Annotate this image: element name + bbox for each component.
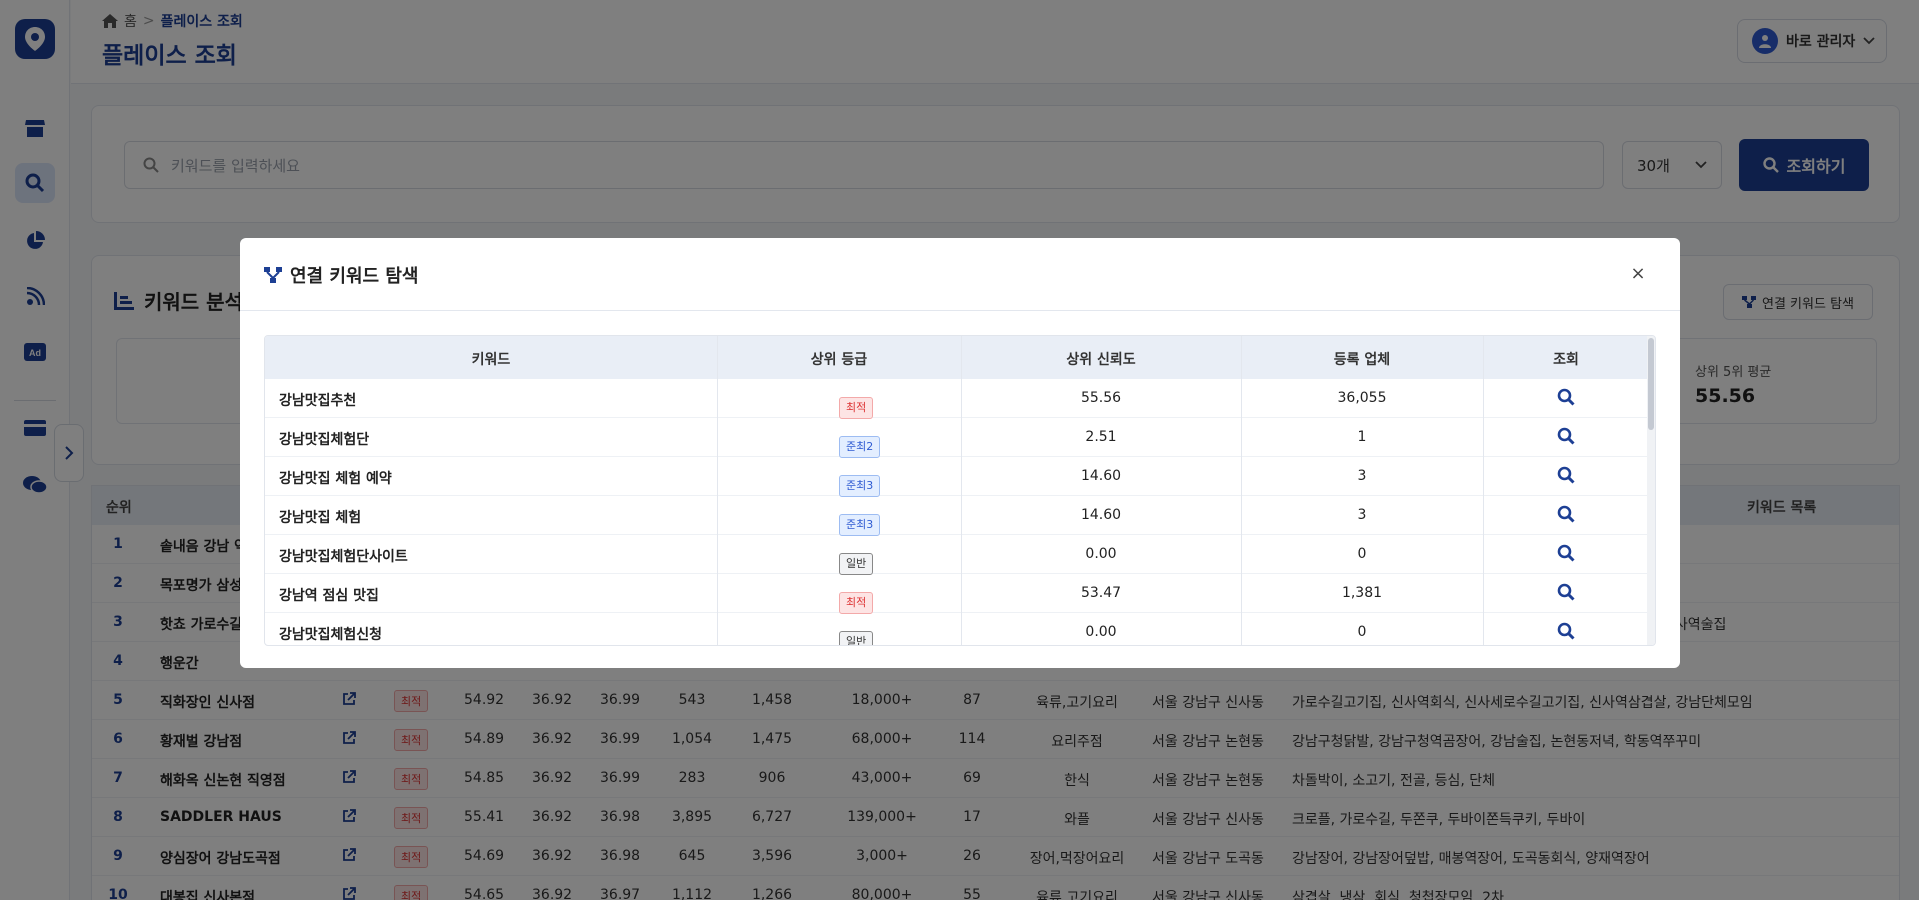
keyword-cell: 강남맛집체험신청: [279, 627, 383, 643]
count-cell: 3: [1357, 507, 1367, 523]
trust-cell: 2.51: [1085, 429, 1117, 445]
grade-badge: 최적: [839, 397, 874, 419]
header-keyword: 키워드: [471, 352, 511, 368]
modal-title-text: 연결 키워드 탐색: [290, 266, 419, 287]
scrollbar-thumb[interactable]: [1648, 338, 1654, 430]
modal-scrollbar[interactable]: [1647, 336, 1655, 645]
count-cell: 1,381: [1341, 585, 1383, 601]
keyword-cell: 강남역 점심 맛집: [279, 588, 379, 604]
column-divider: [1483, 336, 1484, 645]
header-count: 등록 업체: [1333, 352, 1391, 368]
keyword-row[interactable]: 강남맛집체험단 준최2 2.51 1: [265, 418, 1655, 458]
search-icon[interactable]: [1483, 583, 1649, 605]
grade-badge: 일반: [839, 553, 874, 575]
count-cell: 0: [1357, 546, 1367, 562]
search-icon[interactable]: [1483, 388, 1649, 410]
network-icon: [264, 267, 282, 283]
grade-badge: 준최3: [839, 475, 881, 497]
trust-cell: 55.56: [1080, 390, 1122, 406]
count-cell: 1: [1357, 429, 1367, 445]
header-trust: 상위 신뢰도: [1066, 352, 1136, 368]
keyword-row[interactable]: 강남맛집 체험 준최3 14.60 3: [265, 496, 1655, 536]
header-view: 조회: [1553, 352, 1579, 368]
grade-badge: 준최3: [839, 514, 881, 536]
search-icon[interactable]: [1483, 544, 1649, 566]
modal-title: 연결 키워드 탐색: [264, 262, 418, 288]
keyword-row[interactable]: 강남맛집 체험 예약 준최3 14.60 3: [265, 457, 1655, 497]
search-icon[interactable]: [1483, 427, 1649, 449]
keyword-cell: 강남맛집 체험 예약: [279, 471, 392, 487]
trust-cell: 0.00: [1085, 546, 1117, 562]
search-icon[interactable]: [1483, 622, 1649, 644]
grade-badge: 최적: [839, 592, 874, 614]
keyword-row[interactable]: 강남역 점심 맛집 최적 53.47 1,381: [265, 574, 1655, 614]
trust-cell: 0.00: [1085, 624, 1117, 640]
trust-cell: 14.60: [1080, 507, 1122, 523]
header-grade: 상위 등급: [810, 352, 868, 368]
trust-cell: 53.47: [1080, 585, 1122, 601]
close-icon[interactable]: ×: [1628, 264, 1648, 284]
grade-badge: 준최2: [839, 436, 881, 458]
modal-table-header: 키워드 상위 등급 상위 신뢰도 등록 업체 조회: [265, 336, 1655, 379]
keyword-cell: 강남맛집추천: [279, 393, 357, 409]
keyword-cell: 강남맛집체험단사이트: [279, 549, 408, 565]
grade-badge: 일반: [839, 631, 874, 645]
link-keyword-modal: 연결 키워드 탐색 × 키워드 상위 등급 상위 신뢰도 등록 업체 조회 강남…: [240, 238, 1680, 668]
column-divider: [1241, 336, 1242, 645]
trust-cell: 14.60: [1080, 468, 1122, 484]
modal-keyword-table: 키워드 상위 등급 상위 신뢰도 등록 업체 조회 강남맛집추천 최적 55.56 3…: [264, 335, 1656, 646]
keyword-cell: 강남맛집 체험: [279, 510, 362, 526]
search-icon[interactable]: [1483, 505, 1649, 527]
search-icon[interactable]: [1483, 466, 1649, 488]
keyword-row[interactable]: 강남맛집체험단사이트 일반 0.00 0: [265, 535, 1655, 575]
count-cell: 36,055: [1337, 390, 1387, 406]
count-cell: 3: [1357, 468, 1367, 484]
column-divider: [961, 336, 962, 645]
keyword-row[interactable]: 강남맛집추천 최적 55.56 36,055: [265, 379, 1655, 419]
keyword-cell: 강남맛집체험단: [279, 432, 370, 448]
modal-header: 연결 키워드 탐색 ×: [240, 238, 1680, 311]
keyword-row[interactable]: 강남맛집체험신청 일반 0.00 0: [265, 613, 1655, 645]
count-cell: 0: [1357, 624, 1367, 640]
column-divider: [717, 336, 718, 645]
